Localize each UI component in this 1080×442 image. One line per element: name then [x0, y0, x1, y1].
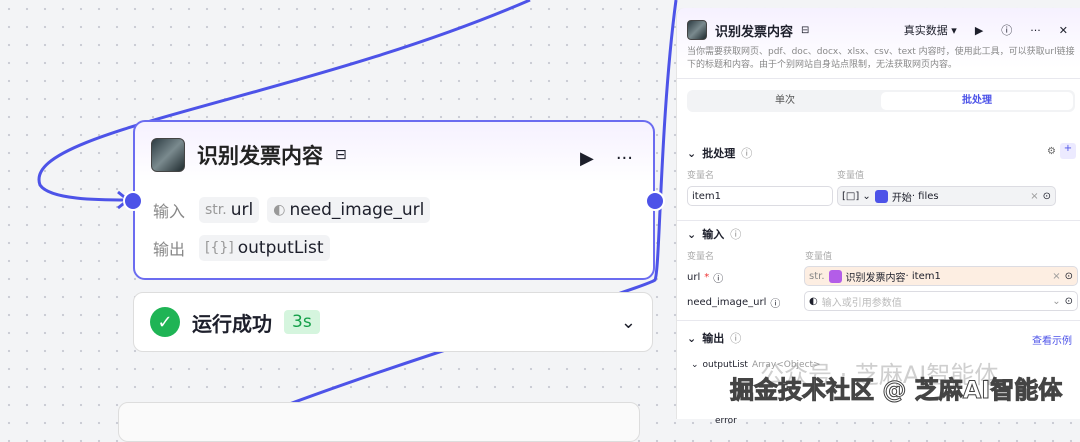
run-status[interactable]: ✓ 运行成功 3s ⌄ — [133, 292, 653, 352]
panel-title: 识别发票内容 — [715, 24, 794, 40]
node-title: 识别发票内容 — [197, 144, 323, 168]
chevron-down-icon[interactable]: ⌄ — [691, 360, 699, 370]
chevron-down-icon[interactable]: ⌄ — [1052, 296, 1060, 307]
input-url: str. url — [199, 197, 260, 223]
target-icon[interactable]: ⊙ — [1065, 296, 1073, 307]
input-need-image-url: ◐ need_image_url — [267, 197, 431, 223]
duration-badge: 3s — [284, 310, 320, 334]
placeholder: 输入或引用参数值 — [821, 297, 902, 309]
column-label: 变量名 — [687, 171, 715, 181]
run-icon[interactable]: ▶ — [975, 24, 983, 37]
input-port[interactable] — [123, 191, 143, 211]
chevron-down-icon[interactable]: ⌄ — [687, 147, 696, 160]
need-image-url-label: need_image_url — [687, 297, 767, 308]
node-avatar — [151, 138, 185, 172]
add-icon[interactable]: + — [1060, 143, 1076, 159]
node-avatar — [687, 20, 707, 40]
tab-batch[interactable]: 批处理 — [881, 92, 1073, 110]
clear-icon[interactable]: × — [1052, 271, 1060, 282]
type-label: str. — [205, 202, 227, 218]
section-title: 输入 — [702, 228, 725, 241]
more-icon[interactable]: ··· — [616, 148, 633, 169]
toggle-icon: ◐ — [273, 202, 286, 218]
url-value[interactable]: str. 识别发票内容 · item1 × ⊙ — [804, 266, 1078, 286]
chevron-down-icon[interactable]: ⌄ — [621, 312, 636, 333]
param-name: url — [230, 200, 254, 220]
type-label: str. — [809, 270, 825, 282]
section-title: 批处理 — [702, 147, 736, 160]
plugin-node-icon — [828, 269, 842, 283]
url-label: url — [687, 272, 701, 283]
type-label: [{}] — [205, 240, 234, 256]
tab-single[interactable]: 单次 — [689, 92, 881, 110]
batch-var-name-input[interactable]: item1 — [687, 186, 833, 206]
output-port[interactable] — [645, 191, 665, 211]
info-icon: ⓘ — [730, 228, 742, 241]
target-icon[interactable]: ⊙ — [1043, 191, 1051, 202]
column-label: 变量名 — [687, 252, 715, 262]
target-icon[interactable]: ⊙ — [1065, 271, 1073, 282]
start-node-icon — [874, 189, 888, 203]
section-title: 输出 — [702, 332, 725, 345]
plugin-icon: ⊟ — [335, 147, 347, 163]
chevron-down-icon[interactable]: ⌄ — [687, 332, 696, 345]
next-node[interactable] — [118, 402, 640, 442]
workflow-node[interactable]: 识别发票内容 ⊟ ▶ ··· 输入 str. url ◐ need_image_url … — [133, 120, 655, 280]
mode-tabs: 单次 批处理 — [687, 90, 1075, 112]
batch-var-value[interactable]: [□] ⌄ 开始 · files × ⊙ — [837, 186, 1056, 206]
toggle-icon: ◐ — [809, 295, 818, 307]
need-image-url-input[interactable]: ◐ 输入或引用参数值 ⌄ ⊙ — [804, 291, 1078, 311]
close-icon[interactable]: ✕ — [1059, 24, 1068, 37]
info-icon: ⓘ — [730, 332, 742, 345]
data-mode-select[interactable]: 真实数据 ▾ — [904, 22, 957, 38]
input-value: item1 — [692, 190, 721, 202]
plugin-icon: ⊟ — [801, 24, 810, 36]
status-text: 运行成功 — [192, 311, 272, 336]
output-list: [{}] outputList — [199, 235, 330, 261]
column-label: 变量值 — [805, 252, 833, 262]
more-icon[interactable]: ··· — [1030, 24, 1041, 37]
input-label: 输入 — [153, 202, 186, 221]
chevron-down-icon[interactable]: ⌄ — [687, 228, 696, 241]
description: 当你需要获取网页、pdf、doc、docx、xlsx、csv、text 内容时，… — [687, 47, 1075, 70]
output-label: 输出 — [153, 240, 186, 259]
output-child: error — [715, 416, 737, 426]
run-icon[interactable]: ▶ — [580, 148, 594, 169]
required-mark: * — [704, 272, 710, 283]
ref-field: · files — [911, 190, 939, 202]
column-label: 变量值 — [837, 171, 865, 181]
info-icon: ⓘ — [741, 147, 753, 160]
help-icon[interactable]: ⓘ — [1001, 22, 1012, 38]
param-name: outputList — [237, 238, 324, 258]
ref-field: · item1 — [905, 270, 941, 282]
view-example-link[interactable]: 查看示例 — [1032, 332, 1072, 347]
param-name: need_image_url — [289, 200, 425, 220]
info-icon: ⓘ — [770, 299, 781, 310]
array-type-icon: [□] ⌄ — [842, 190, 871, 202]
watermark: 掘金技术社区 @ 芝麻AI智能体 — [729, 376, 1063, 405]
clear-icon[interactable]: × — [1030, 191, 1038, 202]
ref-node: 开始 — [891, 192, 912, 204]
settings-icon[interactable]: ⚙ — [1047, 146, 1056, 157]
output-name: outputList — [702, 360, 748, 370]
check-icon: ✓ — [150, 307, 180, 337]
ref-node: 识别发票内容 — [845, 272, 906, 284]
info-icon: ⓘ — [713, 274, 724, 285]
